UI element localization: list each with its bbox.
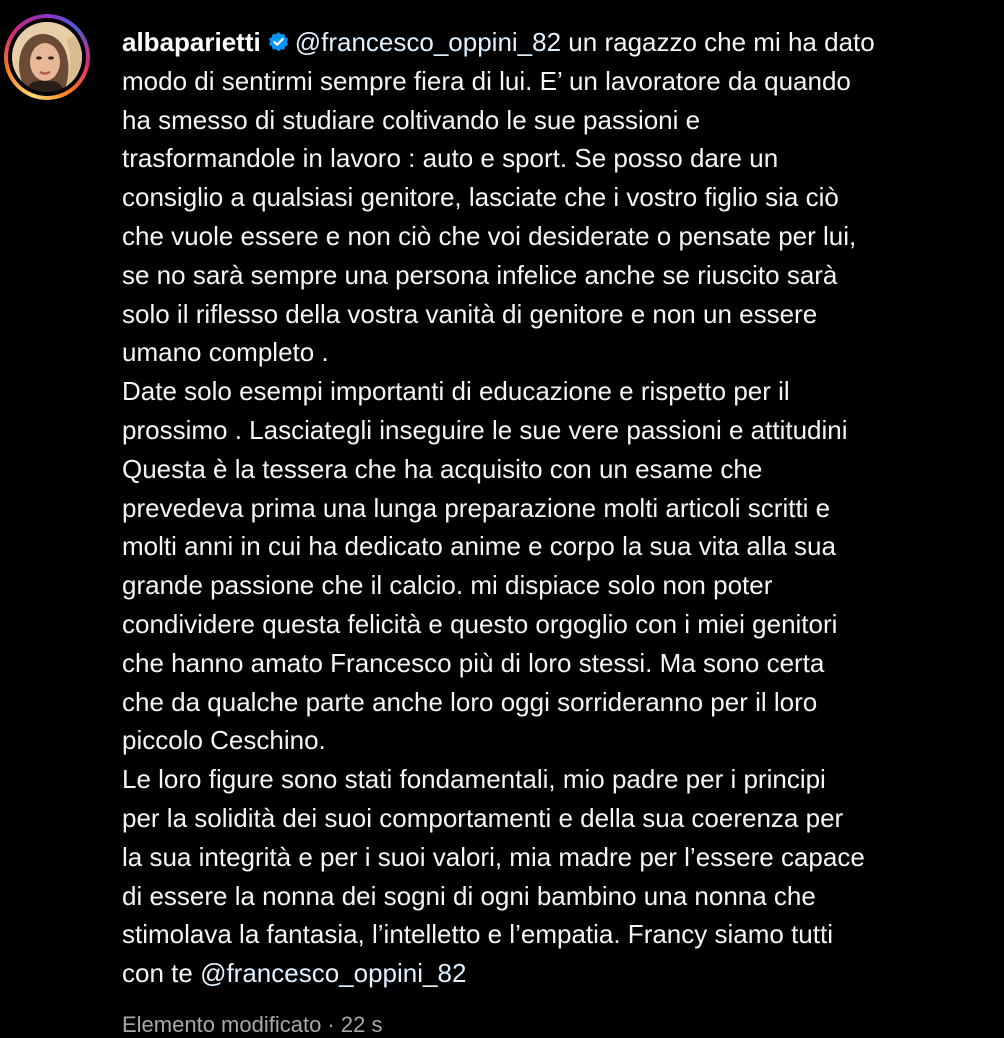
profile-photo-icon: [12, 22, 82, 92]
caption-line: condividere questa felicità e questo org…: [122, 608, 838, 639]
caption-line: piccolo Ceschino.: [122, 725, 326, 756]
caption-line: che vuole essere e non ciò che voi desid…: [122, 220, 857, 251]
caption-text-segment: con te: [122, 958, 201, 989]
caption-line: che da qualche parte anche loro oggi sor…: [122, 686, 818, 717]
caption-text: albaparietti @francesco_oppini_82 un raga…: [122, 23, 1002, 993]
edited-timestamp: Elemento modificato · 22 s: [122, 1012, 383, 1037]
username-link[interactable]: albaparietti: [122, 27, 261, 57]
verified-badge-icon: [267, 31, 290, 54]
caption-line: stimolava la fantasia, l’intelletto e l’…: [122, 919, 833, 950]
caption-line: umano completo .: [122, 337, 329, 368]
caption-line: Le loro figure sono stati fondamentali, …: [122, 764, 826, 795]
caption-line: prossimo . Lasciategli inseguire le sue …: [122, 414, 848, 445]
caption-line: la sua integrità e per i suoi valori, mi…: [122, 841, 865, 872]
caption-line: per la solidità dei suoi comportamenti e…: [122, 802, 844, 833]
caption-line: grande passione che il calcio. mi dispia…: [122, 570, 773, 601]
caption-line: se no sarà sempre una persona infelice a…: [122, 259, 838, 290]
avatar[interactable]: [12, 22, 82, 92]
caption-line: prevedeva prima una lunga preparazione m…: [122, 492, 831, 523]
instagram-post-caption: albaparietti @francesco_oppini_82 un raga…: [0, 0, 1004, 1037]
caption-line: modo di sentirmi sempre fiera di lui. E’…: [122, 65, 851, 96]
caption-text-segment: un ragazzo che mi ha dato: [561, 27, 875, 57]
caption-line: Questa è la tessera che ha acquisito con…: [122, 453, 763, 484]
mention-link[interactable]: @francesco_oppini_82: [295, 27, 561, 57]
mention-link[interactable]: @francesco_oppini_82: [200, 958, 466, 988]
caption-line: consiglio a qualsiasi genitore, lasciate…: [122, 182, 839, 213]
caption-line: Date solo esempi importanti di educazion…: [122, 376, 790, 407]
caption-line: molti anni in cui ha dedicato anime e co…: [122, 531, 836, 562]
caption-line: con te @francesco_oppini_82: [122, 954, 1002, 993]
caption-line: solo il riflesso della vostra vanità di …: [122, 298, 818, 329]
caption-line: di essere la nonna dei sogni di ogni bam…: [122, 880, 816, 911]
story-ring[interactable]: [4, 14, 90, 100]
caption-line: trasformandole in lavoro : auto e sport.…: [122, 143, 779, 174]
caption-line: che hanno amato Francesco più di loro st…: [122, 647, 825, 678]
caption-line: albaparietti @francesco_oppini_82 un raga…: [122, 23, 1002, 62]
caption-line: ha smesso di studiare coltivando le sue …: [122, 104, 701, 135]
